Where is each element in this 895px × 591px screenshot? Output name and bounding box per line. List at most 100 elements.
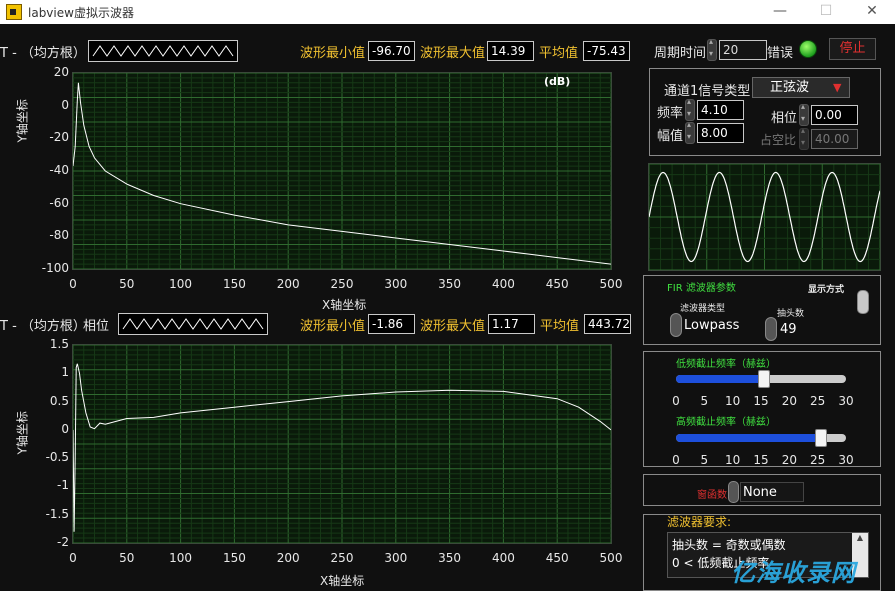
graph1-y-axis-label: Y轴坐标 (15, 99, 30, 143)
low-cutoff-fill (676, 375, 764, 383)
graph1-max-label: 波形最大值 (420, 46, 486, 61)
period-input[interactable]: 20 (719, 40, 767, 60)
graph1-legend-plot[interactable] (88, 40, 238, 62)
x-tick-label: 250 (330, 551, 354, 565)
y-tick-label: -0.5 (45, 450, 69, 465)
slider-tick-label: 10 (725, 394, 741, 408)
graph1-min-value: -96.70 (368, 41, 415, 61)
taps-spin-icon[interactable] (765, 317, 777, 341)
x-tick-label: 350 (438, 277, 462, 291)
graph2-max-value: 1.17 (488, 314, 535, 334)
stop-button[interactable]: 停止 (829, 38, 876, 60)
error-led-indicator (799, 40, 817, 58)
amp-label: 幅值 (657, 129, 684, 144)
signal-type-dropdown[interactable]: 正弦波 ▼ (752, 77, 850, 98)
period-label: 周期时间 (654, 46, 707, 61)
slider-tick-label: 20 (781, 394, 797, 408)
requirements-line1: 抽头数 = 奇数或偶数 (672, 538, 786, 552)
slider-tick-label: 10 (725, 453, 741, 467)
x-tick-label: 100 (169, 277, 193, 291)
slider-tick-label: 25 (810, 394, 826, 408)
close-button[interactable]: ✕ (849, 0, 895, 24)
y-tick-label: -40 (49, 163, 69, 177)
phase-spin-icon[interactable] (799, 102, 809, 126)
high-cutoff-fill (676, 434, 821, 442)
low-cutoff-thumb[interactable] (757, 370, 770, 388)
y-tick-label: -2 (57, 535, 69, 549)
duty-input: 40.00 (811, 129, 858, 149)
graph1-max-value: 14.39 (487, 41, 534, 61)
filter-type-value[interactable]: Lowpass (684, 316, 760, 336)
legend-triangle-wave-icon (122, 318, 264, 330)
slider-tick-label: 15 (753, 453, 769, 467)
slider-tick-label: 30 (838, 394, 854, 408)
window-fn-value[interactable]: None (740, 482, 804, 502)
graph2-legend-label: T - （均方根） (0, 319, 86, 334)
duty-spin-icon (799, 126, 809, 150)
y-tick-label: -20 (49, 130, 69, 145)
graph2-max-label: 波形最大值 (420, 319, 486, 334)
graph1-unit-tag: (dB) (544, 75, 571, 88)
graph2-min-label: 波形最小值 (300, 319, 366, 334)
x-tick-label: 100 (169, 551, 193, 565)
x-tick-label: 450 (545, 551, 569, 565)
graph2-x-axis-label: X轴坐标 (320, 574, 365, 588)
slider-tick-label: 0 (672, 394, 680, 408)
window-fn-label: 窗函数 (697, 490, 727, 501)
freq-input[interactable]: 4.10 (697, 100, 744, 120)
freq-spin-icon[interactable] (685, 97, 695, 121)
high-cutoff-thumb[interactable] (814, 429, 827, 447)
graph1-plot-area[interactable]: (dB) (72, 72, 612, 270)
y-tick-label: 20 (53, 65, 69, 79)
filter-type-spin-icon[interactable] (670, 313, 682, 337)
taps-label: 抽头数 (777, 309, 805, 319)
graph2-legend-plot[interactable] (118, 313, 268, 335)
taps-value[interactable]: 49 (780, 322, 797, 337)
phase-input[interactable]: 0.00 (811, 105, 858, 125)
graph1-avg-label: 平均值 (539, 46, 579, 61)
x-tick-label: 400 (491, 551, 515, 565)
phase-label: 相位 (771, 111, 798, 126)
period-spin-icon[interactable] (707, 37, 717, 61)
x-tick-label: 350 (438, 551, 462, 565)
amp-spin-icon[interactable] (685, 120, 695, 144)
high-cutoff-track[interactable] (676, 429, 846, 447)
graph2-svg (72, 344, 612, 544)
y-tick-label: -1.5 (45, 506, 69, 521)
slider-tick-label: 25 (810, 453, 826, 467)
x-tick-label: 150 (222, 277, 246, 291)
amp-input[interactable]: 8.00 (697, 123, 744, 143)
graph1-avg-value: -75.43 (583, 41, 630, 61)
y-tick-label: -1 (57, 478, 69, 493)
duty-label: 占空比 (760, 133, 797, 147)
graph1-x-axis-label: X轴坐标 (322, 298, 367, 312)
graph1-legend-label: T - （均方根） (0, 46, 86, 61)
graph2-plot-area[interactable] (72, 344, 612, 544)
x-tick-label: 0 (69, 277, 77, 291)
display-mode-label: 显示方式 (808, 285, 845, 295)
window-fn-spin-icon[interactable] (728, 481, 739, 503)
minimize-button[interactable]: — (757, 0, 803, 24)
x-tick-label: 0 (69, 551, 77, 565)
graph2-min-value: -1.86 (368, 314, 415, 334)
y-tick-label: 0 (61, 97, 69, 112)
filter-type-label: 滤波器类型 (680, 304, 726, 314)
y-tick-label: 1 (61, 365, 69, 380)
signal-preview-svg (648, 163, 881, 271)
y-tick-label: 1.5 (49, 337, 69, 351)
title-bar: labview虚拟示波器 — ☐ ✕ (0, 0, 895, 24)
slider-tick-label: 5 (700, 394, 709, 408)
low-cutoff-label: 低频截止频率（赫兹） (676, 359, 776, 370)
slider-tick-label: 5 (700, 453, 709, 467)
chevron-down-icon: ▼ (833, 81, 842, 94)
slider-tick-label: 15 (753, 394, 769, 408)
slider-tick-label: 20 (781, 453, 797, 467)
maximize-button[interactable]: ☐ (803, 0, 849, 24)
watermark-text: 亿海收录网 (731, 559, 856, 587)
x-tick-label: 450 (545, 277, 569, 291)
graph2-y-axis-label: Y轴坐标 (15, 411, 30, 455)
display-mode-toggle[interactable] (857, 290, 869, 314)
x-tick-label: 300 (384, 277, 408, 291)
high-cutoff-label: 高频截止频率（赫兹） (676, 417, 776, 428)
low-cutoff-track[interactable] (676, 370, 846, 388)
